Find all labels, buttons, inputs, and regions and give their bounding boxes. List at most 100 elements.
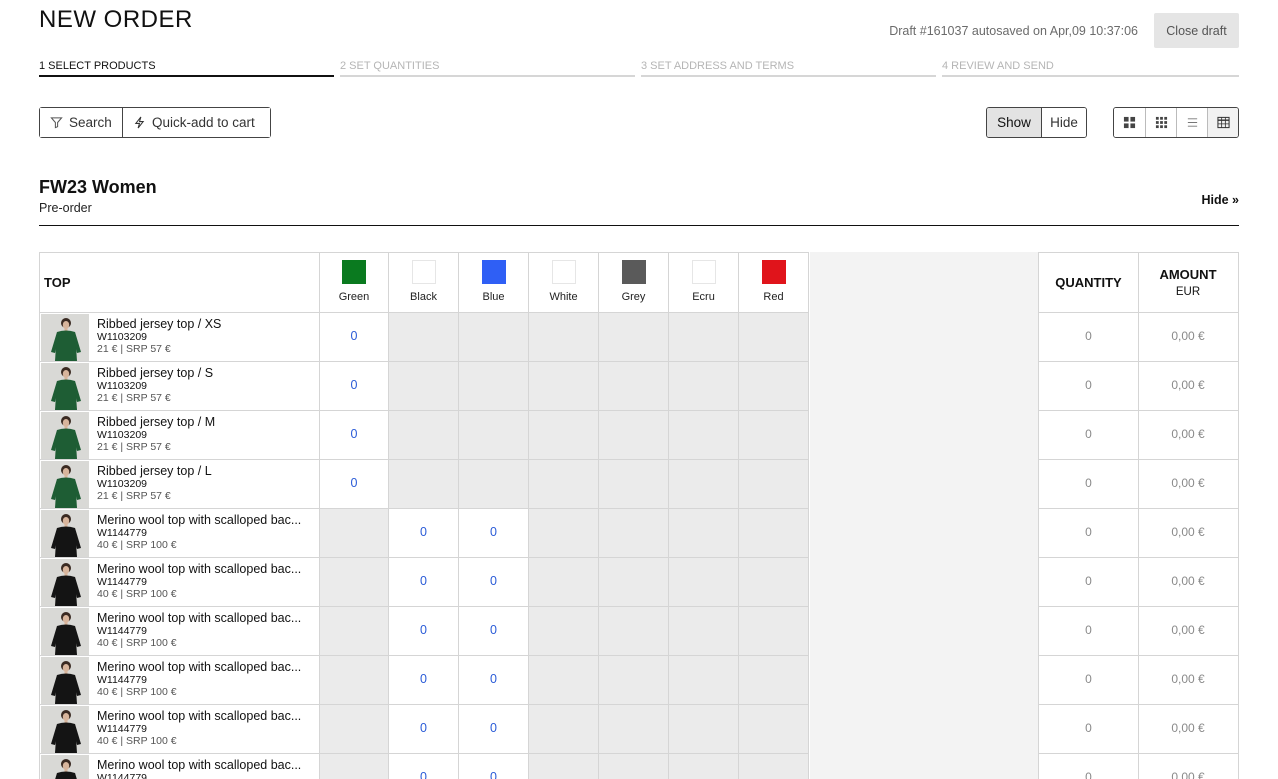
table-row: Merino wool top with scalloped bac... W11… xyxy=(39,558,1239,607)
quantity-cell-green xyxy=(319,558,389,607)
row-quantity: 0 xyxy=(1038,754,1139,779)
step-select-products[interactable]: 1 SELECT PRODUCTS xyxy=(39,59,334,77)
quantity-cell-green[interactable]: 0 xyxy=(319,460,389,509)
quantity-input[interactable]: 0 xyxy=(459,623,528,637)
product-name: Merino wool top with scalloped bac... xyxy=(97,611,302,625)
row-spacer xyxy=(810,558,1038,607)
step-review-send[interactable]: 4 REVIEW AND SEND xyxy=(942,59,1239,77)
product-sku: W1144779 xyxy=(97,674,148,686)
row-quantity: 0 xyxy=(1038,313,1139,362)
show-button[interactable]: Show xyxy=(987,108,1041,137)
product-thumbnail xyxy=(41,608,89,655)
large-grid-view-icon xyxy=(1123,116,1136,129)
quantity-input[interactable]: 0 xyxy=(389,574,458,588)
product-thumbnail xyxy=(41,363,89,410)
product-cell[interactable]: Merino wool top with scalloped bac... W11… xyxy=(39,656,320,705)
quantity-input[interactable]: 0 xyxy=(389,721,458,735)
quantity-cell-black[interactable]: 0 xyxy=(389,509,459,558)
list-view-button[interactable] xyxy=(1176,108,1207,137)
quantity-cell-black xyxy=(389,313,459,362)
table-row: Merino wool top with scalloped bac... W11… xyxy=(39,607,1239,656)
close-draft-button[interactable]: Close draft xyxy=(1154,13,1239,48)
quantity-cell-grey xyxy=(599,558,669,607)
quantity-cell-blue[interactable]: 0 xyxy=(459,656,529,705)
product-cell[interactable]: Ribbed jersey top / S W1103209 21 € | SRP … xyxy=(39,362,320,411)
quantity-cell-red xyxy=(739,509,809,558)
quantity-input[interactable]: 0 xyxy=(389,525,458,539)
product-cell[interactable]: Merino wool top with scalloped bac... W11… xyxy=(39,754,320,779)
row-quantity: 0 xyxy=(1038,509,1139,558)
quantity-cell-green[interactable]: 0 xyxy=(319,362,389,411)
quantity-cell-blue[interactable]: 0 xyxy=(459,509,529,558)
quantity-cell-ecru xyxy=(669,362,739,411)
product-cell[interactable]: Merino wool top with scalloped bac... W11… xyxy=(39,607,320,656)
row-spacer xyxy=(810,656,1038,705)
quantity-cell-blue[interactable]: 0 xyxy=(459,607,529,656)
quantity-input[interactable]: 0 xyxy=(320,476,388,490)
quantity-input[interactable]: 0 xyxy=(320,329,388,343)
quick-add-button[interactable]: Quick-add to cart xyxy=(122,108,270,137)
search-button[interactable]: Search xyxy=(40,108,122,137)
small-grid-view-button[interactable] xyxy=(1145,108,1176,137)
color-swatch xyxy=(481,260,506,284)
quantity-input[interactable]: 0 xyxy=(389,770,458,779)
quantity-cell-red xyxy=(739,656,809,705)
product-thumbnail xyxy=(41,461,89,508)
row-amount: 0,00 € xyxy=(1138,558,1239,607)
product-sku: W1103209 xyxy=(97,380,148,392)
quantity-cell-white xyxy=(529,460,599,509)
quantity-cell-white xyxy=(529,607,599,656)
hide-collection-link[interactable]: Hide » xyxy=(1201,193,1239,207)
quantity-input[interactable]: 0 xyxy=(389,672,458,686)
product-cell[interactable]: Ribbed jersey top / XS W1103209 21 € | SRP… xyxy=(39,313,320,362)
quantity-cell-green xyxy=(319,509,389,558)
step-set-address-terms[interactable]: 3 SET ADDRESS AND TERMS xyxy=(641,59,936,77)
product-price: 21 € | SRP 57 € xyxy=(97,343,171,355)
row-amount: 0,00 € xyxy=(1138,362,1239,411)
quantity-cell-black[interactable]: 0 xyxy=(389,558,459,607)
product-thumbnail xyxy=(41,510,89,557)
quick-add-label: Quick-add to cart xyxy=(152,115,255,130)
hide-button[interactable]: Hide xyxy=(1041,108,1086,137)
quantity-cell-blue[interactable]: 0 xyxy=(459,754,529,779)
progress-steps: 1 SELECT PRODUCTS 2 SET QUANTITIES 3 SET… xyxy=(39,59,1239,79)
quantity-cell-green[interactable]: 0 xyxy=(319,411,389,460)
row-amount: 0,00 € xyxy=(1138,411,1239,460)
amount-unit: EUR xyxy=(1175,286,1201,298)
quantity-cell-blue[interactable]: 0 xyxy=(459,558,529,607)
quantity-cell-green[interactable]: 0 xyxy=(319,313,389,362)
product-price: 21 € | SRP 57 € xyxy=(97,441,171,453)
quantity-input[interactable]: 0 xyxy=(389,623,458,637)
product-cell[interactable]: Ribbed jersey top / L W1103209 21 € | SRP … xyxy=(39,460,320,509)
product-price: 40 € | SRP 100 € xyxy=(97,588,177,600)
quantity-cell-grey xyxy=(599,656,669,705)
table-view-button[interactable] xyxy=(1207,108,1238,137)
color-swatch xyxy=(691,260,716,284)
color-header-ecru: Ecru xyxy=(669,252,739,313)
step-set-quantities[interactable]: 2 SET QUANTITIES xyxy=(340,59,635,77)
product-cell[interactable]: Ribbed jersey top / M W1103209 21 € | SRP … xyxy=(39,411,320,460)
large-grid-view-button[interactable] xyxy=(1114,108,1145,137)
product-sku: W1103209 xyxy=(97,429,148,441)
quantity-cell-ecru xyxy=(669,509,739,558)
quantity-input[interactable]: 0 xyxy=(459,574,528,588)
quantity-input[interactable]: 0 xyxy=(320,427,388,441)
quantity-cell-red xyxy=(739,754,809,779)
quantity-cell-black[interactable]: 0 xyxy=(389,754,459,779)
quantity-cell-blue[interactable]: 0 xyxy=(459,705,529,754)
quantity-input[interactable]: 0 xyxy=(459,672,528,686)
product-cell[interactable]: Merino wool top with scalloped bac... W11… xyxy=(39,558,320,607)
product-cell[interactable]: Merino wool top with scalloped bac... W11… xyxy=(39,509,320,558)
product-cell[interactable]: Merino wool top with scalloped bac... W11… xyxy=(39,705,320,754)
quantity-cell-black[interactable]: 0 xyxy=(389,607,459,656)
amount-header-label: AMOUNT xyxy=(1159,267,1217,282)
collection-title: FW23 Women xyxy=(39,177,157,197)
quantity-cell-black[interactable]: 0 xyxy=(389,656,459,705)
quantity-input[interactable]: 0 xyxy=(459,721,528,735)
quantity-cell-black[interactable]: 0 xyxy=(389,705,459,754)
quantity-input[interactable]: 0 xyxy=(459,525,528,539)
row-amount: 0,00 € xyxy=(1138,607,1239,656)
quantity-input[interactable]: 0 xyxy=(320,378,388,392)
quantity-input[interactable]: 0 xyxy=(459,770,528,779)
color-header-grey: Grey xyxy=(599,252,669,313)
